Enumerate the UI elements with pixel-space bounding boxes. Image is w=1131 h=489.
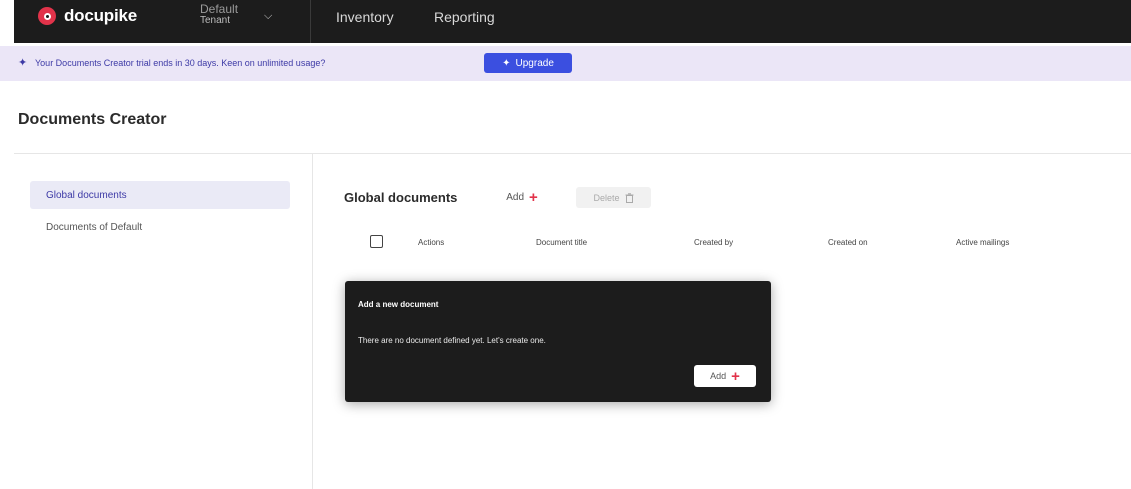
chevron-down-icon[interactable]: ⌵ [264,10,272,23]
nav-item-inventory[interactable]: Inventory [336,9,394,25]
column-header-actions[interactable]: Actions [418,238,444,247]
logo-text: docupike [64,6,138,25]
section-title: Global documents [344,190,458,205]
plus-icon: + [529,188,538,206]
empty-state-card: Add a new document There are no document… [345,281,771,402]
empty-state-message: There are no document defined yet. Let's… [358,336,546,345]
logo[interactable]: docupike [38,6,137,26]
top-navbar: docupike Default Tenant ⌵ Inventory Repo… [14,0,1131,43]
tenant-selector[interactable]: Default Tenant [200,3,238,27]
column-header-active-mailings[interactable]: Active mailings [956,238,1009,247]
column-header-created-by[interactable]: Created by [694,238,733,247]
empty-state-add-button[interactable]: Add + [694,365,756,387]
add-button-label: Add [506,191,525,203]
upgrade-button-label: Upgrade [515,57,554,69]
column-header-document-title[interactable]: Document title [536,238,587,247]
sidebar-item-documents-of-default[interactable]: Documents of Default [46,222,142,233]
upgrade-button[interactable]: ✦ Upgrade [484,53,572,73]
add-button-label: Add [710,371,727,381]
page-title: Documents Creator [18,111,167,128]
delete-button-label: Delete [593,192,620,203]
add-document-button[interactable]: Add + [479,186,565,208]
nav-item-reporting[interactable]: Reporting [434,9,495,25]
tenant-label: Tenant [200,15,231,26]
trial-banner-text: Your Documents Creator trial ends in 30 … [35,58,326,68]
sparkle-icon: ✦ [502,57,511,69]
sidebar-divider [312,154,313,489]
trash-icon [625,192,633,203]
delete-button[interactable]: Delete [576,187,651,208]
column-header-created-on[interactable]: Created on [828,238,868,247]
tenant-name: Default [200,2,239,16]
select-all-checkbox[interactable] [370,235,383,248]
sidebar-item-global-documents[interactable]: Global documents [30,181,290,209]
plus-icon: + [731,367,740,385]
nav-divider [310,0,311,43]
title-divider [14,153,1131,154]
docupike-logo-icon [38,7,56,25]
empty-state-title: Add a new document [358,300,439,309]
sparkle-icon: ✦ [18,57,28,69]
trial-banner: ✦ Your Documents Creator trial ends in 3… [0,46,1131,81]
